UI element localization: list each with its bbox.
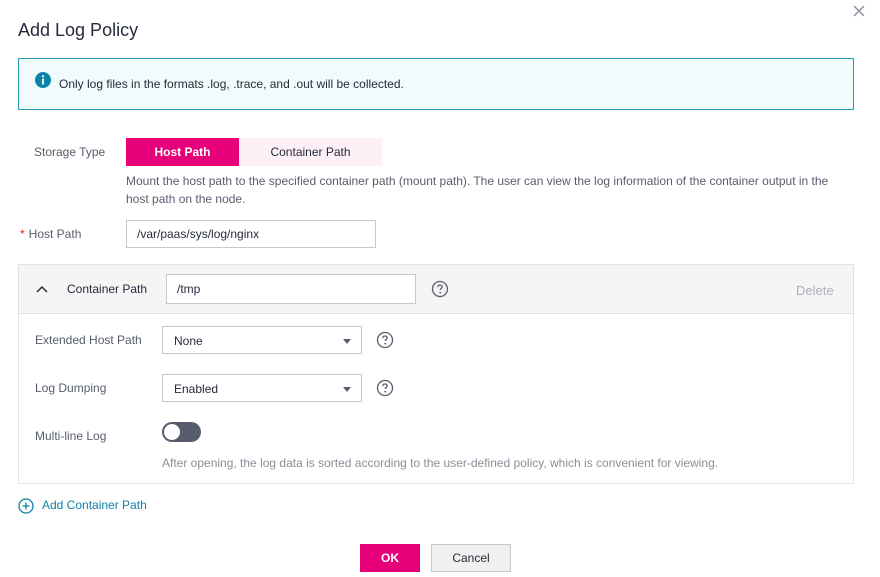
log-dumping-label: Log Dumping: [35, 381, 107, 395]
container-path-label: Container Path: [67, 282, 148, 296]
dialog-title: Add Log Policy: [18, 20, 139, 40]
host-path-label-text: Host Path: [28, 227, 82, 241]
cancel-button[interactable]: Cancel: [431, 544, 511, 572]
delete-container-path-link[interactable]: Delete: [796, 283, 834, 298]
chevron-up-icon[interactable]: [35, 282, 49, 296]
extended-host-path-label: Extended Host Path: [35, 333, 142, 347]
multi-line-log-toggle[interactable]: [162, 422, 201, 442]
toggle-knob: [164, 424, 180, 440]
close-icon[interactable]: [851, 3, 867, 19]
multi-line-log-label: Multi-line Log: [35, 429, 107, 443]
storage-type-hint: Mount the host path to the specified con…: [126, 174, 829, 206]
container-path-panel: Container Path Delete Extended Host Path…: [18, 264, 854, 484]
required-mark: *: [20, 227, 25, 241]
container-path-input[interactable]: [166, 274, 416, 304]
host-path-label: * Host Path: [20, 227, 81, 241]
info-banner: Only log files in the formats .log, .tra…: [18, 58, 854, 110]
container-path-panel-header: Container Path Delete: [19, 265, 853, 314]
info-icon: [35, 72, 51, 88]
caret-down-icon: [343, 339, 351, 344]
extended-host-path-value: None: [174, 334, 203, 348]
host-path-input[interactable]: [126, 220, 376, 248]
multi-line-log-hint: After opening, the log data is sorted ac…: [162, 456, 719, 470]
ok-button[interactable]: OK: [360, 544, 420, 572]
storage-type-host-path-button[interactable]: Host Path: [126, 138, 239, 166]
log-dumping-select[interactable]: Enabled: [162, 374, 362, 402]
extended-host-path-select[interactable]: None: [162, 326, 362, 354]
help-icon[interactable]: [376, 331, 394, 349]
help-icon[interactable]: [431, 280, 449, 298]
log-dumping-value: Enabled: [174, 382, 219, 396]
storage-type-label: Storage Type: [34, 145, 106, 159]
storage-type-container-path-button[interactable]: Container Path: [239, 138, 382, 166]
plus-circle-icon: [18, 498, 34, 514]
add-container-path-label: Add Container Path: [42, 498, 147, 512]
help-icon[interactable]: [376, 379, 394, 397]
caret-down-icon: [343, 387, 351, 392]
info-text: Only log files in the formats .log, .tra…: [59, 77, 404, 91]
